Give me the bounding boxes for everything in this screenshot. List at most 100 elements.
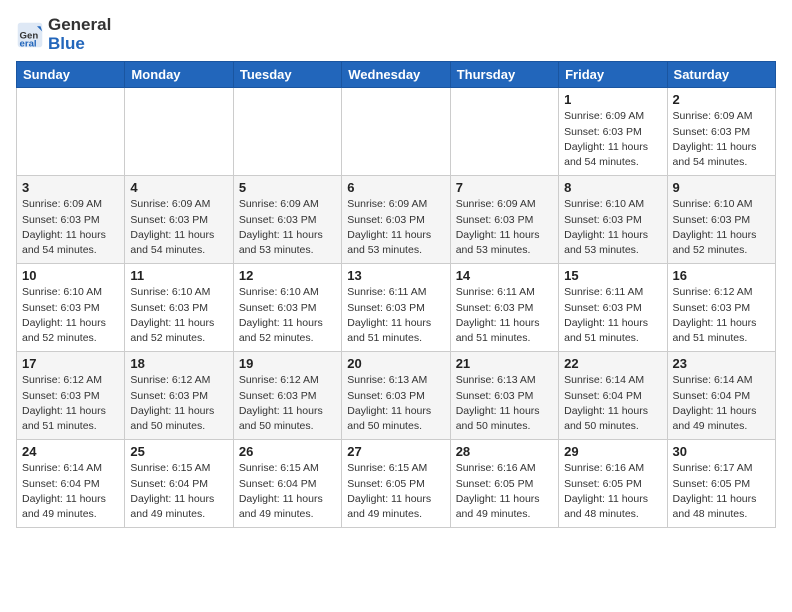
day-info: Sunrise: 6:10 AM Sunset: 6:03 PM Dayligh… — [239, 285, 336, 346]
day-info: Sunrise: 6:14 AM Sunset: 6:04 PM Dayligh… — [673, 373, 770, 434]
day-number: 6 — [347, 180, 444, 195]
day-number: 9 — [673, 180, 770, 195]
day-number: 14 — [456, 268, 553, 283]
calendar-cell: 3Sunrise: 6:09 AM Sunset: 6:03 PM Daylig… — [17, 176, 125, 264]
day-info: Sunrise: 6:15 AM Sunset: 6:04 PM Dayligh… — [239, 461, 336, 522]
calendar-cell: 5 Sunrise: 6:09 AM Sunset: 6:03 PM Daylig… — [233, 176, 341, 264]
calendar-cell: 15 Sunrise: 6:11 AM Sunset: 6:03 PM Dayli… — [559, 264, 667, 352]
day-number: 30 — [673, 444, 770, 459]
day-info: Sunrise: 6:16 AM Sunset: 6:05 PM Dayligh… — [456, 461, 553, 522]
calendar-week-row: 1Sunrise: 6:09 AM Sunset: 6:03 PM Daylig… — [17, 88, 776, 176]
page-header: Gen eral General Blue — [16, 16, 776, 53]
calendar-cell: 10 Sunrise: 6:10 AM Sunset: 6:03 PM Dayli… — [17, 264, 125, 352]
column-header-tuesday: Tuesday — [233, 62, 341, 88]
day-number: 12 — [239, 268, 336, 283]
calendar-cell: 17 Sunrise: 6:12 AM Sunset: 6:03 PM Dayli… — [17, 352, 125, 440]
day-info: Sunrise: 6:12 AM Sunset: 6:03 PM Dayligh… — [130, 373, 227, 434]
day-info: Sunrise: 6:09 AM Sunset: 6:03 PM Dayligh… — [239, 197, 336, 258]
day-info: Sunrise: 6:14 AM Sunset: 6:04 PM Dayligh… — [22, 461, 119, 522]
calendar-week-row: 24 Sunrise: 6:14 AM Sunset: 6:04 PM Dayli… — [17, 440, 776, 528]
day-info: Sunrise: 6:10 AM Sunset: 6:03 PM Dayligh… — [22, 285, 119, 346]
calendar-cell: 7Sunrise: 6:09 AM Sunset: 6:03 PM Daylig… — [450, 176, 558, 264]
day-info: Sunrise: 6:13 AM Sunset: 6:03 PM Dayligh… — [456, 373, 553, 434]
day-number: 3 — [22, 180, 119, 195]
column-header-friday: Friday — [559, 62, 667, 88]
calendar-cell — [17, 88, 125, 176]
day-info: Sunrise: 6:12 AM Sunset: 6:03 PM Dayligh… — [22, 373, 119, 434]
calendar-cell: 28 Sunrise: 6:16 AM Sunset: 6:05 PM Dayli… — [450, 440, 558, 528]
day-info: Sunrise: 6:10 AM Sunset: 6:03 PM Dayligh… — [564, 197, 661, 258]
calendar-cell: 18 Sunrise: 6:12 AM Sunset: 6:03 PM Dayli… — [125, 352, 233, 440]
calendar-cell: 4Sunrise: 6:09 AM Sunset: 6:03 PM Daylig… — [125, 176, 233, 264]
day-number: 18 — [130, 356, 227, 371]
day-info: Sunrise: 6:11 AM Sunset: 6:03 PM Dayligh… — [347, 285, 444, 346]
day-number: 8 — [564, 180, 661, 195]
logo-icon: Gen eral — [16, 21, 44, 49]
day-number: 16 — [673, 268, 770, 283]
day-info: Sunrise: 6:09 AM Sunset: 6:03 PM Dayligh… — [347, 197, 444, 258]
day-info: Sunrise: 6:11 AM Sunset: 6:03 PM Dayligh… — [456, 285, 553, 346]
calendar-cell: 27Sunrise: 6:15 AM Sunset: 6:05 PM Dayli… — [342, 440, 450, 528]
day-number: 21 — [456, 356, 553, 371]
calendar-cell: 11 Sunrise: 6:10 AM Sunset: 6:03 PM Dayli… — [125, 264, 233, 352]
calendar-cell: 24 Sunrise: 6:14 AM Sunset: 6:04 PM Dayli… — [17, 440, 125, 528]
column-header-monday: Monday — [125, 62, 233, 88]
day-number: 11 — [130, 268, 227, 283]
calendar-cell: 20 Sunrise: 6:13 AM Sunset: 6:03 PM Dayli… — [342, 352, 450, 440]
logo-text: General Blue — [48, 16, 111, 53]
calendar-cell — [125, 88, 233, 176]
calendar-cell: 29Sunrise: 6:16 AM Sunset: 6:05 PM Dayli… — [559, 440, 667, 528]
day-number: 4 — [130, 180, 227, 195]
calendar-cell: 26 Sunrise: 6:15 AM Sunset: 6:04 PM Dayli… — [233, 440, 341, 528]
calendar-cell: 1Sunrise: 6:09 AM Sunset: 6:03 PM Daylig… — [559, 88, 667, 176]
calendar-cell: 12 Sunrise: 6:10 AM Sunset: 6:03 PM Dayli… — [233, 264, 341, 352]
logo-general-text: General — [48, 15, 111, 34]
day-number: 24 — [22, 444, 119, 459]
calendar-cell: 6 Sunrise: 6:09 AM Sunset: 6:03 PM Daylig… — [342, 176, 450, 264]
day-number: 27 — [347, 444, 444, 459]
day-info: Sunrise: 6:11 AM Sunset: 6:03 PM Dayligh… — [564, 285, 661, 346]
day-info: Sunrise: 6:16 AM Sunset: 6:05 PM Dayligh… — [564, 461, 661, 522]
calendar-cell: 21 Sunrise: 6:13 AM Sunset: 6:03 PM Dayli… — [450, 352, 558, 440]
day-info: Sunrise: 6:10 AM Sunset: 6:03 PM Dayligh… — [673, 197, 770, 258]
day-info: Sunrise: 6:12 AM Sunset: 6:03 PM Dayligh… — [239, 373, 336, 434]
day-number: 5 — [239, 180, 336, 195]
day-number: 13 — [347, 268, 444, 283]
column-header-wednesday: Wednesday — [342, 62, 450, 88]
calendar-cell: 8 Sunrise: 6:10 AM Sunset: 6:03 PM Daylig… — [559, 176, 667, 264]
day-info: Sunrise: 6:09 AM Sunset: 6:03 PM Dayligh… — [673, 109, 770, 170]
day-number: 10 — [22, 268, 119, 283]
calendar-cell: 23 Sunrise: 6:14 AM Sunset: 6:04 PM Dayli… — [667, 352, 775, 440]
calendar-cell — [450, 88, 558, 176]
day-number: 23 — [673, 356, 770, 371]
day-info: Sunrise: 6:15 AM Sunset: 6:04 PM Dayligh… — [130, 461, 227, 522]
day-number: 17 — [22, 356, 119, 371]
day-info: Sunrise: 6:09 AM Sunset: 6:03 PM Dayligh… — [564, 109, 661, 170]
calendar: SundayMondayTuesdayWednesdayThursdayFrid… — [16, 61, 776, 528]
calendar-cell: 14 Sunrise: 6:11 AM Sunset: 6:03 PM Dayli… — [450, 264, 558, 352]
day-info: Sunrise: 6:10 AM Sunset: 6:03 PM Dayligh… — [130, 285, 227, 346]
day-number: 15 — [564, 268, 661, 283]
calendar-week-row: 3 Sunrise: 6:09 AM Sunset: 6:03 PM Daylig… — [17, 176, 776, 264]
day-number: 20 — [347, 356, 444, 371]
column-header-saturday: Saturday — [667, 62, 775, 88]
calendar-header-row: SundayMondayTuesdayWednesdayThursdayFrid… — [17, 62, 776, 88]
calendar-cell: 9 Sunrise: 6:10 AM Sunset: 6:03 PM Daylig… — [667, 176, 775, 264]
calendar-cell: 30Sunrise: 6:17 AM Sunset: 6:05 PM Dayli… — [667, 440, 775, 528]
day-number: 19 — [239, 356, 336, 371]
day-number: 25 — [130, 444, 227, 459]
logo: Gen eral General Blue — [16, 16, 111, 53]
day-number: 26 — [239, 444, 336, 459]
day-info: Sunrise: 6:14 AM Sunset: 6:04 PM Dayligh… — [564, 373, 661, 434]
calendar-week-row: 17 Sunrise: 6:12 AM Sunset: 6:03 PM Dayli… — [17, 352, 776, 440]
column-header-sunday: Sunday — [17, 62, 125, 88]
calendar-cell: 22Sunrise: 6:14 AM Sunset: 6:04 PM Dayli… — [559, 352, 667, 440]
day-number: 2 — [673, 92, 770, 107]
column-header-thursday: Thursday — [450, 62, 558, 88]
calendar-cell: 16Sunrise: 6:12 AM Sunset: 6:03 PM Dayli… — [667, 264, 775, 352]
calendar-cell — [342, 88, 450, 176]
day-number: 28 — [456, 444, 553, 459]
calendar-cell: 13 Sunrise: 6:11 AM Sunset: 6:03 PM Dayli… — [342, 264, 450, 352]
day-info: Sunrise: 6:13 AM Sunset: 6:03 PM Dayligh… — [347, 373, 444, 434]
calendar-cell — [233, 88, 341, 176]
